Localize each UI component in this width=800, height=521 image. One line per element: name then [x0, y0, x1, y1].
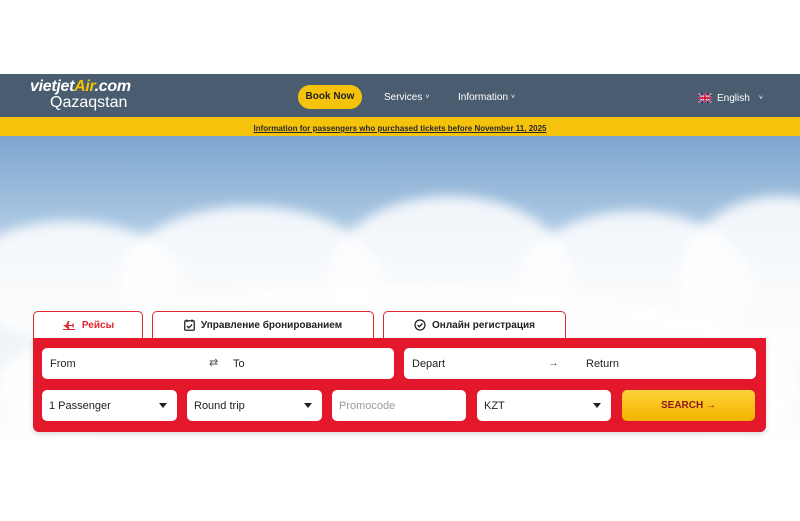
chevron-down-icon: ˅: [425, 94, 430, 101]
airplane-icon: [62, 321, 75, 330]
book-now-button[interactable]: Book Now: [298, 85, 362, 109]
to-input[interactable]: To: [233, 358, 245, 370]
tab-flights[interactable]: Рейсы: [33, 311, 143, 338]
logo-region: Qazaqstan: [50, 94, 128, 111]
tab-online-checkin-label: Онлайн регистрация: [432, 319, 535, 331]
nav-services-label: Services: [384, 92, 423, 103]
passengers-value: 1 Passenger: [49, 399, 111, 412]
notice-banner: Information for passengers who purchased…: [0, 117, 800, 136]
caret-down-icon: [593, 403, 601, 408]
currency-value: KZT: [484, 399, 505, 412]
tab-manage-booking[interactable]: Управление бронированием: [152, 311, 374, 338]
chevron-down-icon: ˅: [758, 94, 763, 102]
depart-date-input[interactable]: Depart: [412, 358, 445, 370]
search-button[interactable]: SEARCH →: [622, 390, 755, 421]
route-field: From ⇄ To: [42, 348, 394, 379]
passengers-select[interactable]: 1 Passenger: [42, 390, 177, 421]
promocode-input[interactable]: Promocode: [332, 390, 466, 421]
caret-down-icon: [159, 403, 167, 408]
from-input[interactable]: From: [50, 358, 76, 370]
nav-information-menu[interactable]: Information ˅: [458, 92, 515, 103]
trip-type-select[interactable]: Round trip: [187, 390, 322, 421]
return-date-input[interactable]: Return: [586, 358, 619, 370]
calendar-check-icon: [183, 319, 195, 331]
trip-type-value: Round trip: [194, 399, 245, 412]
uk-flag-icon: [698, 93, 712, 103]
currency-select[interactable]: KZT: [477, 390, 611, 421]
promocode-placeholder: Promocode: [339, 399, 396, 412]
swap-icon[interactable]: ⇄: [209, 356, 218, 369]
check-circle-icon: [414, 319, 426, 331]
notice-link[interactable]: Information for passengers who purchased…: [254, 124, 547, 133]
nav-services-menu[interactable]: Services ˅: [384, 92, 429, 103]
caret-down-icon: [304, 403, 312, 408]
vietjet-logo[interactable]: vietjetAir.com Qazaqstan: [30, 78, 150, 114]
tab-flights-label: Рейсы: [81, 319, 115, 331]
arrow-right-icon: →: [548, 357, 559, 369]
tab-online-checkin[interactable]: Онлайн регистрация: [383, 311, 566, 338]
page: vietjetAir.com Qazaqstan Book Now Servic…: [0, 0, 800, 521]
chevron-down-icon: ˅: [511, 94, 516, 101]
nav-information-label: Information: [458, 92, 509, 103]
tab-manage-booking-label: Управление бронированием: [200, 319, 343, 331]
language-selector[interactable]: English ˅: [698, 91, 763, 105]
dates-field: Depart → Return: [404, 348, 756, 379]
language-label: English: [717, 92, 750, 104]
